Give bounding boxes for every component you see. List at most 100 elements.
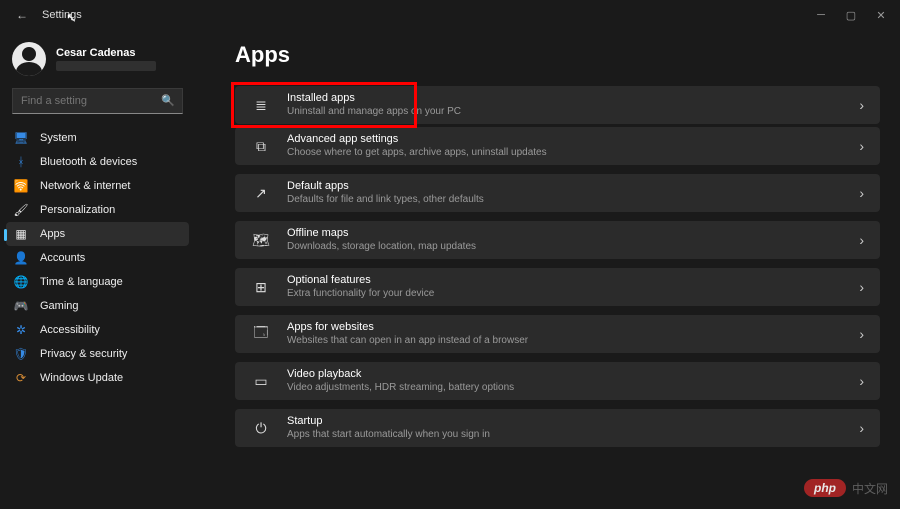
card-video-playback[interactable]: ▭ Video playbackVideo adjustments, HDR st… — [235, 362, 880, 400]
card-subtitle: Downloads, storage location, map updates — [287, 241, 859, 253]
cards-list: ≣Installed appsUninstall and manage apps… — [235, 86, 880, 447]
card-subtitle: Uninstall and manage apps on your PC — [287, 106, 859, 118]
card-title: Apps for websites — [287, 321, 859, 334]
card-text: Optional featuresExtra functionality for… — [287, 274, 859, 299]
sidebar-item-label: Personalization — [40, 204, 115, 216]
card-text: Apps for websitesWebsites that can open … — [287, 321, 859, 346]
card-subtitle: Apps that start automatically when you s… — [287, 429, 859, 441]
chevron-right-icon: › — [859, 185, 864, 201]
sidebar-item-accessibility-icon: ✲ — [14, 323, 28, 337]
card-installed-apps[interactable]: ≣Installed appsUninstall and manage apps… — [235, 86, 880, 124]
card-startup[interactable]: ⏻ StartupApps that start automatically wh… — [235, 409, 880, 447]
sidebar-item-label: Accounts — [40, 252, 85, 264]
search-wrap: 🔍 — [12, 88, 183, 114]
watermark: php 中文网 — [804, 479, 888, 497]
titlebar-left: ← Settings — [4, 7, 82, 23]
sidebar-item-gaming-icon: 🎮 — [14, 299, 28, 313]
sidebar-item-label: Gaming — [40, 300, 79, 312]
card-video-playback-icon: ▭ — [251, 371, 271, 391]
card-startup-icon: ⏻ — [251, 418, 271, 438]
card-optional-features-icon: ⊞ — [251, 277, 271, 297]
sidebar-item-system[interactable]: 🖥 System — [0, 126, 195, 150]
sidebar-item-label: Network & internet — [40, 180, 130, 192]
card-text: Default appsDefaults for file and link t… — [287, 180, 859, 205]
sidebar: Cesar Cadenas 🔍 🖥 System ᚼ Bluetooth & devi… — [0, 30, 195, 509]
sidebar-item-label: Windows Update — [40, 372, 123, 384]
watermark-pill: php — [804, 479, 846, 497]
user-block[interactable]: Cesar Cadenas — [0, 38, 195, 88]
card-offline-maps[interactable]: 🗺 Offline mapsDownloads, storage location… — [235, 221, 880, 259]
card-title: Offline maps — [287, 227, 859, 240]
nav: 🖥 System ᚼ Bluetooth & devices 🛜 Network & in… — [0, 126, 195, 390]
chevron-right-icon: › — [859, 138, 864, 154]
card-subtitle: Defaults for file and link types, other … — [287, 194, 859, 206]
card-text: StartupApps that start automatically whe… — [287, 415, 859, 440]
sidebar-item-accessibility[interactable]: ✲ Accessibility — [0, 318, 195, 342]
search-input[interactable] — [12, 88, 183, 114]
user-email-placeholder — [56, 61, 156, 71]
sidebar-item-personalization[interactable]: 🖌 Personalization — [0, 198, 195, 222]
sidebar-item-label: Accessibility — [40, 324, 100, 336]
card-title: Video playback — [287, 368, 859, 381]
card-title: Default apps — [287, 180, 859, 193]
search-icon[interactable]: 🔍 — [161, 94, 175, 107]
card-offline-maps-icon: 🗺 — [251, 230, 271, 250]
sidebar-item-network[interactable]: 🛜 Network & internet — [0, 174, 195, 198]
user-name: Cesar Cadenas — [56, 47, 156, 59]
titlebar: ← Settings ─ ▢ ✕ — [0, 0, 900, 30]
chevron-right-icon: › — [859, 232, 864, 248]
sidebar-item-accounts-icon: 👤 — [14, 251, 28, 265]
card-apps-for-websites[interactable]: 🗔 Apps for websitesWebsites that can open… — [235, 315, 880, 353]
sidebar-item-system-icon: 🖥 — [14, 131, 28, 145]
card-subtitle: Video adjustments, HDR streaming, batter… — [287, 382, 859, 394]
sidebar-item-network-icon: 🛜 — [14, 179, 28, 193]
sidebar-item-label: Privacy & security — [40, 348, 127, 360]
sidebar-item-personalization-icon: 🖌 — [14, 203, 28, 217]
card-subtitle: Websites that can open in an app instead… — [287, 335, 859, 347]
card-text: Video playbackVideo adjustments, HDR str… — [287, 368, 859, 393]
close-button[interactable]: ✕ — [866, 0, 896, 30]
sidebar-item-update[interactable]: ⟳ Windows Update — [0, 366, 195, 390]
sidebar-item-time-language[interactable]: 🌐 Time & language — [0, 270, 195, 294]
sidebar-item-privacy-icon: 🛡 — [14, 347, 28, 361]
card-title: Advanced app settings — [287, 133, 859, 146]
sidebar-item-update-icon: ⟳ — [14, 371, 28, 385]
card-advanced-settings-icon: ⧉ — [251, 136, 271, 156]
card-advanced-settings[interactable]: ⧉ Advanced app settingsChoose where to ge… — [235, 127, 880, 165]
card-title: Startup — [287, 415, 859, 428]
minimize-button[interactable]: ─ — [806, 0, 836, 30]
sidebar-item-apps-icon: ▦ — [14, 227, 28, 241]
app-title: Settings — [42, 9, 82, 21]
chevron-right-icon: › — [859, 326, 864, 342]
sidebar-item-bluetooth[interactable]: ᚼ Bluetooth & devices — [0, 150, 195, 174]
card-text: Advanced app settingsChoose where to get… — [287, 133, 859, 158]
sidebar-item-label: Bluetooth & devices — [40, 156, 137, 168]
sidebar-item-time-language-icon: 🌐 — [14, 275, 28, 289]
sidebar-item-bluetooth-icon: ᚼ — [14, 155, 28, 169]
card-default-apps-icon: ↗ — [251, 183, 271, 203]
card-optional-features[interactable]: ⊞ Optional featuresExtra functionality fo… — [235, 268, 880, 306]
back-button[interactable]: ← — [14, 7, 30, 23]
chevron-right-icon: › — [859, 420, 864, 436]
card-text: Offline mapsDownloads, storage location,… — [287, 227, 859, 252]
maximize-button[interactable]: ▢ — [836, 0, 866, 30]
chevron-right-icon: › — [859, 373, 864, 389]
sidebar-item-privacy[interactable]: 🛡 Privacy & security — [0, 342, 195, 366]
card-title: Installed apps — [287, 92, 859, 105]
sidebar-item-label: Time & language — [40, 276, 123, 288]
card-subtitle: Extra functionality for your device — [287, 288, 859, 300]
user-info: Cesar Cadenas — [56, 47, 156, 71]
card-default-apps[interactable]: ↗ Default appsDefaults for file and link … — [235, 174, 880, 212]
card-text: Installed appsUninstall and manage apps … — [287, 92, 859, 117]
main: Apps ≣Installed appsUninstall and manage… — [195, 30, 900, 509]
chevron-right-icon: › — [859, 97, 864, 113]
page-title: Apps — [235, 42, 880, 68]
window-controls: ─ ▢ ✕ — [806, 0, 896, 30]
card-subtitle: Choose where to get apps, archive apps, … — [287, 147, 859, 159]
avatar — [12, 42, 46, 76]
card-apps-for-websites-icon: 🗔 — [251, 324, 271, 344]
sidebar-item-apps[interactable]: ▦Apps — [6, 222, 189, 246]
sidebar-item-gaming[interactable]: 🎮 Gaming — [0, 294, 195, 318]
sidebar-item-label: System — [40, 132, 77, 144]
sidebar-item-accounts[interactable]: 👤 Accounts — [0, 246, 195, 270]
